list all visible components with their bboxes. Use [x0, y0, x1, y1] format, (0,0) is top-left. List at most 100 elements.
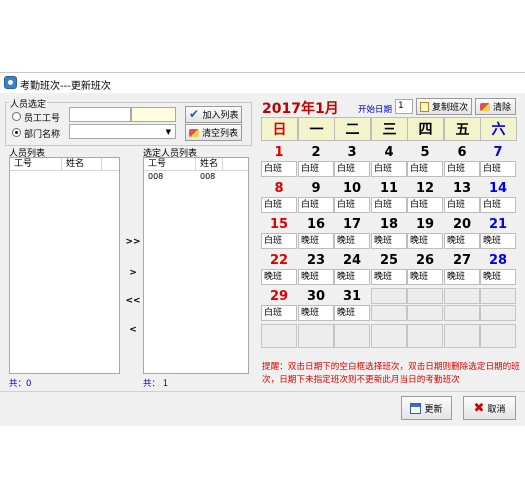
update-button[interactable]: 更新 [401, 396, 452, 420]
day-number[interactable]: 28 [480, 251, 516, 269]
day-shift-cell[interactable]: 晚班 [444, 269, 480, 285]
day-number[interactable]: 12 [407, 179, 443, 197]
day-shift-cell[interactable]: 白班 [334, 161, 370, 177]
day-number[interactable]: 4 [371, 143, 407, 161]
day-shift-cell[interactable]: 白班 [371, 197, 407, 213]
employee-id-radio[interactable] [12, 112, 21, 121]
move-left-button[interactable]: < [124, 325, 142, 335]
empty-day-cell [480, 324, 516, 348]
day-number[interactable]: 2 [298, 143, 334, 161]
column-header[interactable]: 工号 [10, 158, 62, 170]
move-right-button[interactable]: > [124, 268, 142, 278]
day-number[interactable]: 31 [334, 287, 370, 305]
day-number[interactable]: 13 [444, 179, 480, 197]
window-title: 考勤班次---更新班次 [20, 81, 111, 92]
day-shift-cell[interactable]: 晚班 [298, 305, 334, 321]
day-shift-cell[interactable]: 白班 [480, 197, 516, 213]
weekday-header: 一 [298, 117, 335, 141]
table-cell: 008 [200, 172, 216, 181]
day-shift-cell[interactable]: 白班 [261, 161, 297, 177]
day-number[interactable]: 30 [298, 287, 334, 305]
people-list-header: 工号 姓名 [10, 158, 119, 171]
day-shift-cell[interactable]: 晚班 [480, 269, 516, 285]
day-number[interactable]: 23 [298, 251, 334, 269]
day-shift-cell[interactable]: 白班 [298, 161, 334, 177]
day-shift-cell[interactable]: 白班 [261, 197, 297, 213]
start-date-input[interactable]: 1 [395, 99, 413, 114]
table-row[interactable]: 008 008 [144, 171, 236, 182]
day-shift-cell[interactable]: 白班 [480, 161, 516, 177]
empty-day-cell [407, 324, 443, 348]
column-header[interactable]: 工号 [144, 158, 196, 170]
day-number[interactable]: 26 [407, 251, 443, 269]
day-number[interactable]: 22 [261, 251, 297, 269]
column-header[interactable]: 姓名 [196, 158, 223, 170]
empty-day-cell [371, 324, 407, 348]
day-shift-cell[interactable]: 白班 [444, 197, 480, 213]
move-all-right-button[interactable]: >> [124, 237, 142, 247]
clear-list-button[interactable]: 清空列表 [185, 124, 242, 141]
cancel-button[interactable]: ✖ 取消 [463, 396, 516, 420]
day-shift-cell[interactable]: 晚班 [334, 305, 370, 321]
clear-button[interactable]: 清除 [475, 98, 516, 115]
day-number[interactable]: 15 [261, 215, 297, 233]
day-shift-cell[interactable]: 白班 [334, 197, 370, 213]
day-number[interactable]: 14 [480, 179, 516, 197]
empty-day-cell [334, 324, 370, 348]
selected-count: 共： 1 [143, 379, 169, 389]
day-shift-cell[interactable]: 晚班 [407, 269, 443, 285]
day-shift-cell[interactable]: 白班 [407, 161, 443, 177]
day-number[interactable]: 24 [334, 251, 370, 269]
day-number[interactable]: 5 [407, 143, 443, 161]
copy-shift-button[interactable]: 复制班次 [416, 98, 472, 115]
day-number[interactable]: 9 [298, 179, 334, 197]
move-all-left-button[interactable]: << [124, 296, 142, 306]
day-shift-cell[interactable]: 晚班 [334, 233, 370, 249]
selected-list[interactable]: 工号 姓名 008 008 [143, 157, 249, 374]
day-shift-cell[interactable]: 晚班 [444, 233, 480, 249]
day-shift-cell[interactable]: 晚班 [371, 233, 407, 249]
empty-day-cell [444, 324, 480, 348]
day-number[interactable]: 10 [334, 179, 370, 197]
day-shift-cell[interactable]: 白班 [407, 197, 443, 213]
day-number[interactable]: 7 [480, 143, 516, 161]
checkmark-icon: ✔ [188, 107, 200, 121]
column-header[interactable]: 姓名 [62, 158, 102, 170]
day-number[interactable]: 17 [334, 215, 370, 233]
clear-list-label: 清空列表 [201, 129, 238, 139]
day-shift-cell[interactable]: 晚班 [480, 233, 516, 249]
day-number[interactable]: 3 [334, 143, 370, 161]
department-radio[interactable] [12, 128, 21, 137]
table-cell: 008 [148, 172, 164, 181]
day-shift-cell[interactable]: 晚班 [334, 269, 370, 285]
day-number[interactable]: 29 [261, 287, 297, 305]
day-number[interactable]: 21 [480, 215, 516, 233]
calendar-month-title: 2017年1月 [262, 101, 339, 117]
day-number[interactable]: 11 [371, 179, 407, 197]
people-list[interactable]: 工号 姓名 [9, 157, 120, 374]
day-number[interactable]: 25 [371, 251, 407, 269]
day-shift-cell[interactable]: 晚班 [298, 269, 334, 285]
day-number[interactable]: 1 [261, 143, 297, 161]
empty-day-cell [480, 288, 516, 304]
day-shift-cell[interactable]: 白班 [298, 197, 334, 213]
day-shift-cell[interactable]: 晚班 [407, 233, 443, 249]
department-select[interactable]: ▼ [69, 124, 176, 139]
employee-id-input[interactable] [69, 107, 131, 122]
people-count: 共：0 [9, 379, 32, 389]
day-number[interactable]: 20 [444, 215, 480, 233]
day-number[interactable]: 8 [261, 179, 297, 197]
day-shift-cell[interactable]: 白班 [261, 233, 297, 249]
day-shift-cell[interactable]: 白班 [371, 161, 407, 177]
day-number[interactable]: 19 [407, 215, 443, 233]
day-shift-cell[interactable]: 白班 [444, 161, 480, 177]
day-number[interactable]: 27 [444, 251, 480, 269]
day-shift-cell[interactable]: 晚班 [298, 233, 334, 249]
day-number[interactable]: 6 [444, 143, 480, 161]
day-shift-cell[interactable]: 晚班 [261, 269, 297, 285]
day-number[interactable]: 18 [371, 215, 407, 233]
day-shift-cell[interactable]: 晚班 [371, 269, 407, 285]
day-number[interactable]: 16 [298, 215, 334, 233]
day-shift-cell[interactable]: 白班 [261, 305, 297, 321]
add-to-list-button[interactable]: ✔ 加入列表 [185, 106, 242, 123]
